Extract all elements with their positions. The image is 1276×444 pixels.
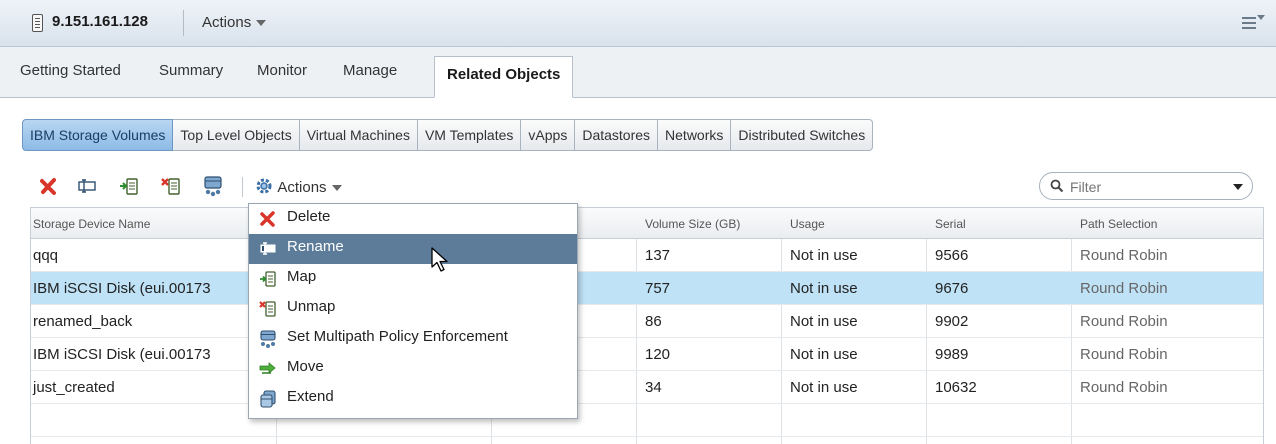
unmap-icon[interactable] bbox=[160, 175, 182, 197]
cell-usage: Not in use bbox=[790, 379, 858, 396]
host-icon bbox=[32, 14, 43, 32]
subtab-virtual-machines[interactable]: Virtual Machines bbox=[299, 119, 418, 151]
search-icon bbox=[1050, 179, 1064, 193]
cell-path-selection: Round Robin bbox=[1080, 247, 1168, 264]
tab-manage[interactable]: Manage bbox=[343, 62, 397, 79]
menu-item-label: Extend bbox=[287, 388, 334, 405]
subtab-vapps[interactable]: vApps bbox=[521, 119, 576, 151]
table-header: Storage Device Name Volume Size (GB) Usa… bbox=[31, 208, 1263, 239]
table-row[interactable]: renamed_back 86 Not in use 9902 Round Ro… bbox=[31, 305, 1263, 338]
cell-path-selection: Round Robin bbox=[1080, 280, 1168, 297]
tab-monitor[interactable]: Monitor bbox=[257, 62, 307, 79]
cell-storage-device-name: renamed_back bbox=[33, 313, 133, 330]
menu-item-label: Rename bbox=[287, 238, 344, 255]
column-header-serial[interactable]: Serial bbox=[935, 217, 966, 231]
chevron-down-icon bbox=[256, 20, 267, 27]
menu-item-label: Unmap bbox=[287, 298, 336, 315]
subtab-ibm-storage-volumes[interactable]: IBM Storage Volumes bbox=[22, 119, 174, 151]
map-icon[interactable] bbox=[118, 175, 140, 197]
tab-related-objects[interactable]: Related Objects bbox=[434, 56, 574, 98]
toolbar-divider bbox=[242, 177, 243, 197]
tab-summary[interactable]: Summary bbox=[159, 62, 223, 79]
menu-item-extend[interactable]: Extend bbox=[249, 384, 577, 414]
move-icon bbox=[259, 362, 276, 374]
actions-context-menu: Delete Rename Map Unmap Set Multipath Po… bbox=[248, 203, 578, 419]
cell-usage: Not in use bbox=[790, 346, 858, 363]
hamburger-menu-icon[interactable] bbox=[1242, 14, 1265, 32]
cell-volume-size: 34 bbox=[645, 379, 662, 396]
menu-item-label: Move bbox=[287, 358, 324, 375]
toolbar-actions-menu[interactable]: Actions bbox=[254, 176, 342, 196]
subtab-networks[interactable]: Networks bbox=[658, 119, 732, 151]
menu-item-delete[interactable]: Delete bbox=[249, 204, 577, 234]
cell-storage-device-name: just_created bbox=[33, 379, 115, 396]
cell-serial: 10632 bbox=[935, 379, 977, 396]
title-actions-menu[interactable]: Actions bbox=[202, 14, 267, 31]
map-icon bbox=[260, 271, 276, 287]
filter-dropdown-icon[interactable] bbox=[1233, 184, 1243, 190]
cell-serial: 9566 bbox=[935, 247, 969, 264]
table-row[interactable]: qqq 137 Not in use 9566 Round Robin bbox=[31, 239, 1263, 272]
rename-icon bbox=[260, 242, 276, 255]
cell-volume-size: 137 bbox=[645, 247, 671, 264]
cell-usage: Not in use bbox=[790, 280, 858, 297]
cell-volume-size: 757 bbox=[645, 280, 671, 297]
filter-input[interactable] bbox=[1068, 176, 1222, 198]
delete-icon bbox=[260, 211, 275, 227]
cell-path-selection: Round Robin bbox=[1080, 313, 1168, 330]
cell-volume-size: 86 bbox=[645, 313, 662, 330]
menu-item-label: Delete bbox=[287, 208, 331, 225]
menu-item-move[interactable]: Move bbox=[249, 354, 577, 384]
subtab-vm-templates[interactable]: VM Templates bbox=[417, 119, 522, 151]
menu-item-rename[interactable]: Rename bbox=[249, 234, 577, 264]
column-header-usage[interactable]: Usage bbox=[790, 217, 825, 231]
subtab-top-level-objects[interactable]: Top Level Objects bbox=[173, 119, 300, 151]
multipath-policy-icon bbox=[260, 330, 276, 348]
cell-serial: 9989 bbox=[935, 346, 969, 363]
filter-box bbox=[1039, 172, 1253, 200]
window-title: 9.151.161.128 bbox=[52, 13, 148, 30]
cell-usage: Not in use bbox=[790, 313, 858, 330]
main-tabs: Getting Started Summary Monitor Manage R… bbox=[0, 47, 1276, 98]
multipath-policy-icon[interactable] bbox=[202, 175, 224, 197]
cell-storage-device-name: IBM iSCSI Disk (eui.00173 bbox=[33, 346, 211, 363]
column-header-volume-size[interactable]: Volume Size (GB) bbox=[645, 217, 740, 231]
cell-usage: Not in use bbox=[790, 247, 858, 264]
volumes-table: Storage Device Name Volume Size (GB) Usa… bbox=[30, 207, 1264, 444]
title-divider bbox=[183, 10, 184, 36]
title-actions-label: Actions bbox=[202, 14, 252, 31]
rename-icon[interactable] bbox=[76, 175, 98, 197]
extend-icon bbox=[260, 390, 276, 408]
cell-storage-device-name: qqq bbox=[33, 247, 59, 264]
cell-serial: 9902 bbox=[935, 313, 969, 330]
subtab-distributed-switches[interactable]: Distributed Switches bbox=[731, 119, 874, 151]
cell-serial: 9676 bbox=[935, 280, 969, 297]
delete-icon[interactable] bbox=[38, 175, 60, 197]
menu-item-label: Set Multipath Policy Enforcement bbox=[287, 328, 508, 345]
menu-item-label: Map bbox=[287, 268, 317, 285]
cell-volume-size: 120 bbox=[645, 346, 671, 363]
table-row[interactable]: just_created 34 Not in use 10632 Round R… bbox=[31, 371, 1263, 404]
menu-item-unmap[interactable]: Unmap bbox=[249, 294, 577, 324]
unmap-icon bbox=[259, 301, 276, 317]
toolbar-actions-label: Actions bbox=[277, 179, 327, 196]
column-header-storage-device-name[interactable]: Storage Device Name bbox=[33, 217, 150, 231]
column-header-path-selection[interactable]: Path Selection bbox=[1080, 217, 1157, 231]
menu-item-set-multipath-policy[interactable]: Set Multipath Policy Enforcement bbox=[249, 324, 577, 354]
subtab-datastores[interactable]: Datastores bbox=[575, 119, 659, 151]
cell-storage-device-name: IBM iSCSI Disk (eui.00173 bbox=[33, 280, 211, 297]
table-row-empty bbox=[31, 404, 1263, 437]
actions-gear-icon bbox=[256, 178, 272, 194]
menu-item-map[interactable]: Map bbox=[249, 264, 577, 294]
title-bar: 9.151.161.128 Actions bbox=[0, 0, 1276, 47]
mouse-pointer-icon bbox=[431, 247, 448, 272]
table-row-selected[interactable]: IBM iSCSI Disk (eui.00173 757 Not in use… bbox=[31, 272, 1263, 305]
table-row[interactable]: IBM iSCSI Disk (eui.00173 120 Not in use… bbox=[31, 338, 1263, 371]
chevron-down-icon bbox=[331, 185, 342, 192]
related-objects-subtabs: IBM Storage Volumes Top Level Objects Vi… bbox=[22, 119, 874, 151]
cell-path-selection: Round Robin bbox=[1080, 379, 1168, 396]
tab-getting-started[interactable]: Getting Started bbox=[20, 62, 121, 79]
cell-path-selection: Round Robin bbox=[1080, 346, 1168, 363]
